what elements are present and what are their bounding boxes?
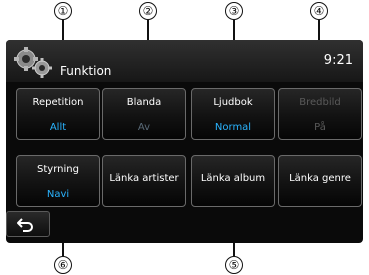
tile-label: Blanda: [126, 97, 162, 108]
tile-repetition[interactable]: Repetition Allt: [16, 88, 100, 140]
callout-4: ④: [310, 2, 328, 20]
callout-2: ②: [139, 2, 157, 20]
tile-value: Allt: [49, 122, 67, 133]
tile-value: Normal: [214, 122, 252, 133]
tile-label: Bredbild: [299, 97, 341, 108]
tile-lanka-album[interactable]: Länka album: [191, 155, 275, 207]
header-bar: Funktion 9:21: [6, 40, 363, 82]
tile-lanka-artister[interactable]: Länka artister: [102, 155, 186, 207]
callout-1: ①: [54, 2, 72, 20]
back-arrow-icon: [17, 218, 33, 232]
tile-bredbild: Bredbild På: [278, 88, 362, 140]
callout-6: ⑥: [54, 256, 72, 274]
tile-ljudbok[interactable]: Ljudbok Normal: [191, 88, 275, 140]
callout-3: ③: [225, 2, 243, 20]
tile-value: På: [314, 122, 326, 133]
tile-label: Ljudbok: [213, 97, 253, 108]
gear-icon: [14, 47, 52, 78]
tile-blanda[interactable]: Blanda Av: [102, 88, 186, 140]
clock: 9:21: [323, 53, 353, 68]
tile-label: Styrning: [37, 164, 79, 175]
tile-value: Av: [137, 122, 151, 133]
tile-label: Länka album: [200, 173, 266, 184]
callout-5: ⑤: [225, 256, 243, 274]
back-button[interactable]: [6, 211, 50, 237]
tile-label: Länka artister: [109, 173, 179, 184]
tile-label: Repetition: [32, 97, 84, 108]
page-title: Funktion: [60, 64, 112, 78]
function-screen: Funktion 9:21 Repetition Allt Blanda Av …: [6, 40, 363, 243]
tile-styrning[interactable]: Styrning Navi: [16, 155, 100, 207]
tile-lanka-genre[interactable]: Länka genre: [278, 155, 362, 207]
tile-value: Navi: [46, 189, 70, 200]
tile-label: Länka genre: [289, 173, 351, 184]
